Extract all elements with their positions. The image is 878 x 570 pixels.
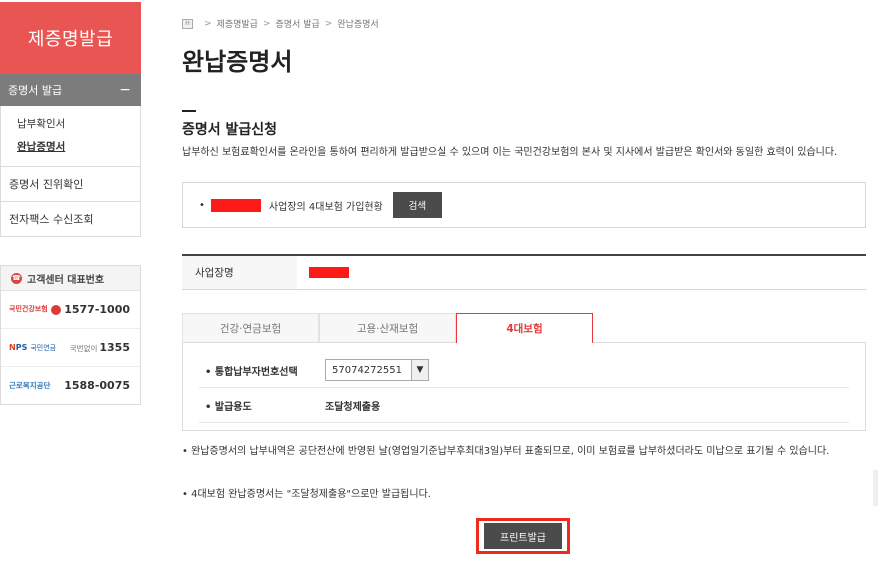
sidebar-section-label: 증명서 발급 <box>8 84 63 97</box>
customer-center-title: 고객센터 대표번호 <box>27 274 105 286</box>
customer-center-header: ☎ 고객센터 대표번호 <box>1 266 140 291</box>
notice-text: 완납증명서의 납부내역은 공단전산에 반영된 날(영업일기준납부후최대3일)부터… <box>191 446 830 457</box>
redacted-business-name <box>309 267 349 278</box>
breadcrumb-item[interactable]: 증명서 발급 <box>276 17 320 30</box>
breadcrumb-item[interactable]: 제증명발급 <box>217 17 258 30</box>
detail-panel: • 통합납부자번호선택 57074272551 ▼ • 발급용도 조달청제출용 <box>182 343 866 431</box>
print-issue-button[interactable]: 프린트발급 <box>484 523 562 549</box>
business-name-row: 사업장명 <box>182 254 866 290</box>
section-title: 증명서 발급신청 <box>182 122 278 138</box>
business-name-value <box>297 267 349 278</box>
description-text: 납부하신 보험료확인서를 온라인을 통하여 편리하게 발급받으실 수 있으며 이… <box>182 147 838 158</box>
notice-text: 4대보험 완납증명서는 "조달청제출용"으로만 발급됩니다. <box>191 489 431 500</box>
account-select-row: • 통합납부자번호선택 57074272551 ▼ <box>199 353 849 388</box>
sidebar-item-certificate-verification[interactable]: 증명서 진위확인 <box>0 167 141 202</box>
phone-number: 국번없이 1355 <box>70 341 130 354</box>
tab-employment-industrial[interactable]: 고용·산재보험 <box>319 313 456 343</box>
account-select-label: • 통합납부자번호선택 <box>205 366 298 378</box>
sidebar-item-payment-confirmation[interactable]: 납부확인서 <box>17 116 140 131</box>
customer-center-row: NPS 국민연금 국번없이 1355 <box>1 329 140 367</box>
nps-logo: NPS 국민연금 <box>9 343 56 353</box>
nps-logo-name: 국민연금 <box>30 343 57 352</box>
customer-center-row: 근로복지공단 1588-0075 <box>1 367 140 404</box>
insurance-tabs: 건강·연금보험 고용·산재보험 4대보험 <box>182 313 866 343</box>
phone-number: 1577-1000 <box>64 303 130 316</box>
phone-number-value: 1355 <box>99 341 130 354</box>
sidebar: 제증명발급 증명서 발급 − 납부확인서 완납증명서 증명서 진위확인 전자팩스… <box>0 2 141 237</box>
breadcrumb: H > 제증명발급 > 증명서 발급 > 완납증명서 <box>182 17 379 30</box>
tab-health-pension[interactable]: 건강·연금보험 <box>182 313 319 343</box>
scrollbar[interactable] <box>873 470 878 506</box>
heart-icon <box>50 304 61 315</box>
chevron-down-icon[interactable]: ▼ <box>411 360 428 380</box>
search-label: 사업장의 4대보험 가입현황 <box>268 201 383 213</box>
customer-center-box: ☎ 고객센터 대표번호 국민건강보험 1577-1000 NPS 국민연금 국번… <box>0 265 141 405</box>
tab-bar-filler <box>593 313 866 343</box>
sidebar-item-full-payment-certificate[interactable]: 완납증명서 <box>17 139 140 154</box>
account-number-select[interactable]: 57074272551 ▼ <box>325 359 429 381</box>
home-icon[interactable]: H <box>182 18 193 29</box>
title-divider <box>182 110 196 112</box>
breadcrumb-separator: > <box>204 18 212 29</box>
nhis-logo-text: 국민건강보험 <box>9 304 48 313</box>
phone-prefix: 국번없이 <box>69 344 98 353</box>
collapse-icon[interactable]: − <box>119 83 131 97</box>
breadcrumb-item[interactable]: 완납증명서 <box>337 17 378 30</box>
purpose-value: 조달청제출용 <box>325 401 381 413</box>
notice-procurement-only: • 4대보험 완납증명서는 "조달청제출용"으로만 발급됩니다. <box>182 489 431 500</box>
account-select-label-text: 통합납부자번호선택 <box>214 366 298 378</box>
breadcrumb-separator: > <box>262 18 271 29</box>
kcomwel-logo: 근로복지공단 <box>9 380 50 391</box>
breadcrumb-separator: > <box>324 18 333 29</box>
phone-icon: ☎ <box>11 272 22 284</box>
purpose-label-text: 발급용도 <box>214 401 252 413</box>
redacted-business-name <box>210 198 261 212</box>
tab-four-insurances[interactable]: 4대보험 <box>456 313 593 343</box>
account-number-value: 57074272551 <box>332 364 402 376</box>
purpose-label: • 발급용도 <box>205 401 252 413</box>
sidebar-title: 제증명발급 <box>0 2 141 74</box>
phone-number: 1588-0075 <box>64 379 130 392</box>
customer-center-row: 국민건강보험 1577-1000 <box>1 291 140 329</box>
search-box: • 사업장의 4대보험 가입현황 검색 <box>182 182 866 228</box>
business-name-label: 사업장명 <box>182 256 297 289</box>
page-title: 완납증명서 <box>182 48 293 76</box>
sidebar-section-certificate-issue[interactable]: 증명서 발급 − <box>0 74 141 106</box>
nps-logo-text: NPS <box>9 343 28 352</box>
print-button-highlight: 프린트발급 <box>476 518 570 554</box>
notice-payment-reflection: • 완납증명서의 납부내역은 공단전산에 반영된 날(영업일기준납부후최대3일)… <box>182 446 830 457</box>
bullet-icon: • <box>199 199 205 211</box>
kcomwel-logo-text: 근로복지공단 <box>9 381 51 390</box>
search-button[interactable]: 검색 <box>392 192 442 218</box>
purpose-row: • 발급용도 조달청제출용 <box>199 388 849 423</box>
sidebar-submenu: 납부확인서 완납증명서 <box>0 106 141 167</box>
sidebar-item-efax-inquiry[interactable]: 전자팩스 수신조회 <box>0 202 141 237</box>
nhis-logo: 국민건강보험 <box>9 304 61 315</box>
